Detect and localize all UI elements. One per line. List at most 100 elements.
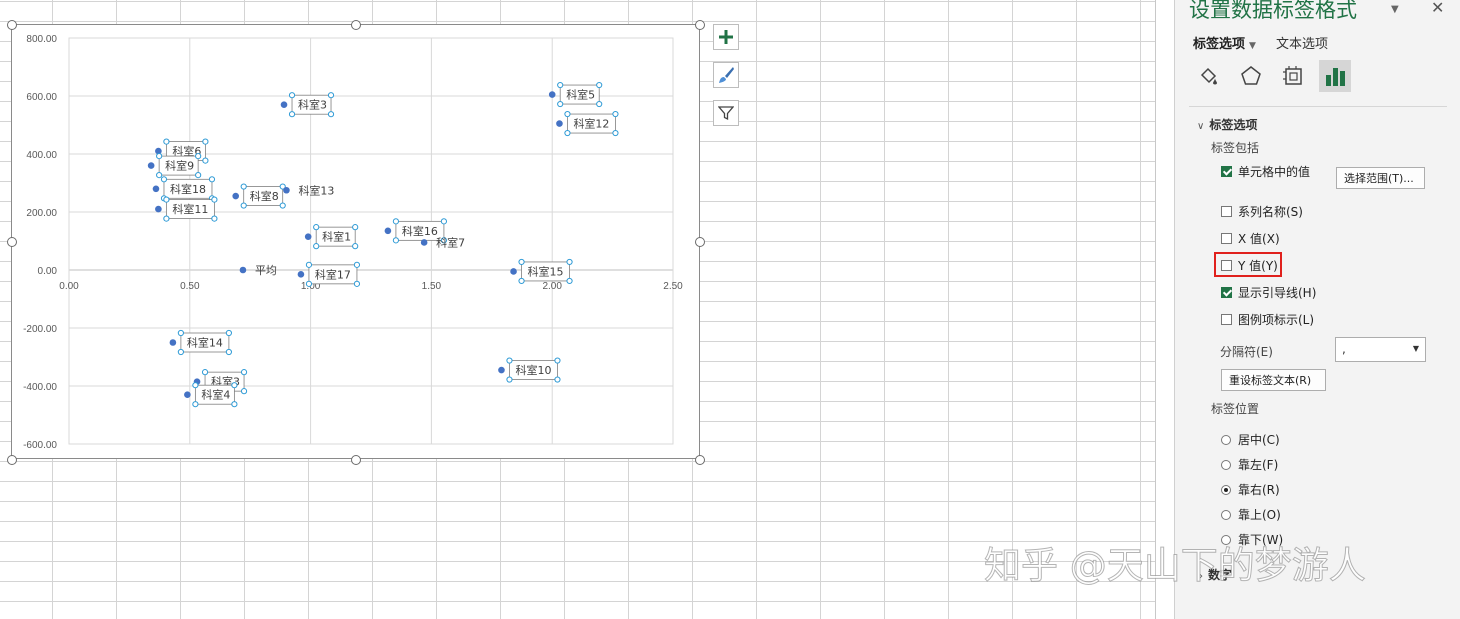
data-label[interactable]: 科室3 <box>298 98 327 112</box>
data-label-handle[interactable] <box>288 92 296 99</box>
data-point[interactable] <box>232 192 240 200</box>
data-label-handle[interactable] <box>596 81 603 89</box>
data-label[interactable]: 科室10 <box>515 363 551 377</box>
data-label-handle[interactable] <box>279 202 286 209</box>
option-value-from-cells[interactable]: 单元格中的值 <box>1221 163 1310 180</box>
data-label[interactable]: 科室17 <box>315 267 351 281</box>
separator-select[interactable]: , ▼ <box>1335 337 1426 362</box>
data-label-handle[interactable] <box>177 329 184 337</box>
data-label[interactable]: 科室7 <box>436 235 465 249</box>
data-label-handle[interactable] <box>518 277 525 285</box>
chart-styles-button[interactable] <box>713 62 739 88</box>
data-label-handle[interactable] <box>156 172 163 179</box>
data-label-handle[interactable] <box>313 224 320 231</box>
data-label[interactable]: 平均 <box>255 264 277 277</box>
data-label-handle[interactable] <box>305 280 313 287</box>
data-label-handle[interactable] <box>202 138 209 145</box>
position-left[interactable]: 靠左(F) <box>1221 456 1278 473</box>
data-label-handle[interactable] <box>327 92 335 99</box>
data-label-handle[interactable] <box>208 176 216 183</box>
data-point[interactable] <box>498 366 505 374</box>
resize-handle-bottom-right[interactable] <box>695 455 705 465</box>
vertical-scrollbar[interactable] <box>1155 0 1175 619</box>
data-label[interactable]: 科室4 <box>201 388 230 402</box>
data-label[interactable]: 科室11 <box>172 202 208 216</box>
data-label[interactable]: 科室8 <box>250 189 279 203</box>
option-series-name[interactable]: 系列名称(S) <box>1221 203 1303 220</box>
data-label[interactable]: 科室5 <box>566 88 595 102</box>
data-label-handle[interactable] <box>596 100 603 108</box>
scatter-chart[interactable]: 800.00 600.00 400.00 200.00 0.00 -200.00 -400.… <box>11 24 700 459</box>
option-leader-lines[interactable]: 显示引导线(H) <box>1221 284 1316 301</box>
data-point[interactable] <box>420 239 428 246</box>
select-range-button[interactable]: 选择范围(T)... <box>1336 167 1425 189</box>
data-label-handle[interactable] <box>225 329 232 337</box>
data-label-handle[interactable] <box>305 261 313 268</box>
data-label-handle[interactable] <box>612 129 619 137</box>
chart-filters-button[interactable] <box>713 100 739 126</box>
data-label-handle[interactable] <box>288 111 296 118</box>
data-label-handle[interactable] <box>202 157 209 164</box>
position-above[interactable]: 靠上(O) <box>1221 506 1281 523</box>
data-label-handle[interactable] <box>554 357 561 364</box>
size-properties-icon[interactable] <box>1277 60 1309 92</box>
radio-center[interactable] <box>1221 434 1231 445</box>
data-point[interactable] <box>280 101 288 108</box>
data-label-handle[interactable] <box>313 243 320 250</box>
data-point[interactable] <box>384 227 392 235</box>
checkbox-legend-key[interactable] <box>1221 314 1232 325</box>
data-label[interactable]: 科室15 <box>528 264 564 278</box>
data-label-handle[interactable] <box>195 153 202 160</box>
data-label-handle[interactable] <box>352 243 359 250</box>
checkbox-leader-lines[interactable] <box>1221 287 1232 298</box>
data-label[interactable]: 科室9 <box>165 159 194 173</box>
data-point[interactable] <box>283 186 290 194</box>
label-options-icon[interactable] <box>1319 60 1351 92</box>
position-center[interactable]: 居中(C) <box>1221 431 1280 448</box>
data-label-handle[interactable] <box>192 382 199 389</box>
checkbox-x-value[interactable] <box>1221 233 1232 244</box>
resize-handle-left[interactable] <box>7 237 17 247</box>
position-right[interactable]: 靠右(R) <box>1221 481 1280 498</box>
data-label[interactable]: 科室13 <box>298 183 334 197</box>
data-point[interactable] <box>510 268 517 275</box>
option-x-value[interactable]: X 值(X) <box>1221 230 1280 247</box>
chart-elements-button[interactable] <box>713 24 739 50</box>
data-label-handle[interactable] <box>240 183 247 190</box>
data-label-handle[interactable] <box>557 81 564 89</box>
data-label-handle[interactable] <box>211 196 218 203</box>
data-point[interactable] <box>556 120 563 127</box>
data-label-handle[interactable] <box>352 224 359 231</box>
radio-right[interactable] <box>1221 484 1231 495</box>
checkbox-series-name[interactable] <box>1221 206 1232 217</box>
data-label-handle[interactable] <box>163 196 170 203</box>
resize-handle-bottom[interactable] <box>351 455 361 465</box>
data-label-handle[interactable] <box>156 153 163 160</box>
radio-left[interactable] <box>1221 459 1231 470</box>
data-label-handle[interactable] <box>160 176 168 183</box>
data-label-handle[interactable] <box>163 138 170 145</box>
data-label-handle[interactable] <box>506 357 513 364</box>
data-point[interactable] <box>147 162 155 169</box>
data-point[interactable] <box>184 391 191 399</box>
resize-handle-top[interactable] <box>351 20 361 30</box>
data-label-handle[interactable] <box>192 401 199 408</box>
fill-line-icon[interactable] <box>1193 60 1225 92</box>
data-label-handle[interactable] <box>566 258 573 266</box>
data-label[interactable]: 科室1 <box>322 230 351 244</box>
effects-icon[interactable] <box>1235 60 1267 92</box>
pane-options-dropdown-icon[interactable]: ▼ <box>1391 4 1399 15</box>
data-point[interactable] <box>304 233 312 240</box>
data-label-handle[interactable] <box>163 215 170 222</box>
data-point[interactable] <box>152 185 160 193</box>
radio-above[interactable] <box>1221 509 1231 520</box>
data-label-handle[interactable] <box>557 100 564 108</box>
checkbox-value-from-cells[interactable] <box>1221 166 1232 177</box>
data-label[interactable]: 科室18 <box>170 182 206 196</box>
data-point[interactable] <box>548 91 556 98</box>
data-label[interactable]: 科室16 <box>402 224 438 238</box>
data-point[interactable] <box>239 266 247 274</box>
data-point[interactable] <box>155 205 162 213</box>
data-label-handle[interactable] <box>240 369 248 376</box>
data-label-handle[interactable] <box>612 110 619 118</box>
